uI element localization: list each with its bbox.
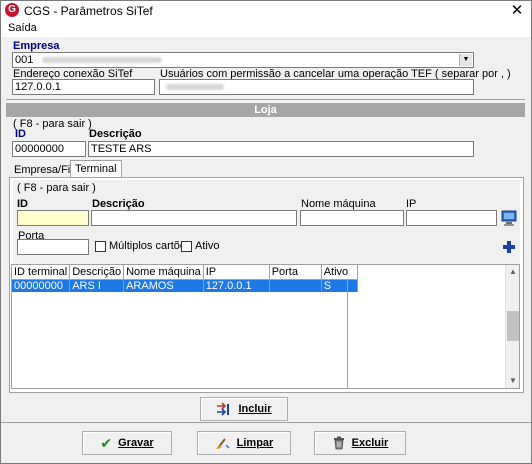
terminal-ip-input[interactable]: [406, 210, 497, 226]
empresa-label: Empresa: [13, 40, 60, 52]
app-logo-icon: G: [5, 3, 19, 17]
loja-id-input[interactable]: 00000000: [12, 141, 86, 157]
grid-header-porta[interactable]: Porta: [269, 265, 322, 280]
grid-cell: 00000000: [12, 279, 71, 292]
excluir-label: Excluir: [351, 437, 389, 449]
grid-cell: [269, 279, 322, 292]
limpar-button[interactable]: Limpar: [197, 431, 291, 455]
terminal-porta-input[interactable]: [17, 239, 89, 255]
grid-header-row: ID terminal Descrição Nome máquina IP Po…: [12, 265, 358, 280]
multiplos-cartoes-checkbox[interactable]: [95, 241, 106, 252]
limpar-label: Limpar: [236, 437, 274, 449]
chevron-down-icon[interactable]: ▼: [459, 54, 472, 66]
usuarios-input[interactable]: [159, 79, 474, 95]
grid-cell: ARAMOS: [123, 279, 204, 292]
scroll-up-icon[interactable]: ▲: [506, 265, 520, 279]
eraser-icon: [215, 438, 230, 449]
grid-column-divider: [347, 280, 348, 388]
trash-icon: [333, 436, 344, 450]
gravar-button[interactable]: ✔ Gravar: [82, 431, 172, 455]
terminal-descricao-input[interactable]: [91, 210, 297, 226]
endereco-input[interactable]: 127.0.0.1: [12, 79, 155, 95]
gravar-label: Gravar: [118, 437, 154, 449]
loja-header: Loja: [6, 103, 525, 117]
tab-terminal[interactable]: Terminal: [70, 160, 122, 177]
loja-id-label: ID: [15, 128, 26, 140]
window-title: CGS - Parâmetros SiTef: [24, 4, 153, 18]
computer-icon[interactable]: [500, 209, 518, 227]
redacted-text: [166, 84, 224, 91]
terminal-grid[interactable]: ID terminal Descrição Nome máquina IP Po…: [11, 264, 520, 389]
menu-item-saida[interactable]: Saída: [8, 22, 37, 34]
grid-cell: 127.0.0.1: [203, 279, 270, 292]
grid-cell: ARS I: [69, 279, 125, 292]
grid-header-nome-maquina[interactable]: Nome máquina: [123, 265, 204, 280]
excluir-button[interactable]: Excluir: [314, 431, 406, 455]
table-row[interactable]: 00000000 ARS I ARAMOS 127.0.0.1 S: [12, 279, 358, 292]
checkmark-icon: ✔: [100, 434, 113, 451]
insert-icon: [217, 402, 230, 416]
terminal-descricao-label: Descrição: [92, 198, 145, 210]
add-icon[interactable]: [500, 238, 518, 256]
grid-cell: S: [321, 279, 358, 292]
ativo-label: Ativo: [195, 240, 220, 252]
empresa-select-value: 001: [15, 54, 34, 66]
incluir-button[interactable]: Incluir: [200, 397, 288, 421]
grid-header-id-terminal[interactable]: ID terminal: [12, 265, 71, 280]
terminal-ip-label: IP: [406, 198, 417, 210]
terminal-nome-maquina-input[interactable]: [300, 210, 404, 226]
close-icon[interactable]: ✕: [505, 1, 529, 20]
grid-scrollbar[interactable]: ▲ ▼: [505, 265, 519, 388]
scroll-down-icon[interactable]: ▼: [506, 374, 520, 388]
loja-descricao-input[interactable]: TESTE ARS: [88, 141, 474, 157]
terminal-id-label: ID: [17, 198, 28, 210]
multiplos-cartoes-label: Múltiplos cartões: [109, 240, 192, 252]
grid-header-descricao[interactable]: Descrição: [69, 265, 125, 280]
grid-header-ativo[interactable]: Ativo: [321, 265, 358, 280]
empresa-select[interactable]: 001 ▼: [12, 52, 474, 68]
redacted-text: [42, 57, 163, 64]
menu-bar: [1, 22, 531, 37]
section-divider: [6, 99, 525, 100]
terminal-hint: ( F8 - para sair ): [17, 182, 96, 194]
grid-header-ip[interactable]: IP: [203, 265, 270, 280]
ativo-checkbox[interactable]: [181, 241, 192, 252]
terminal-nome-maquina-label: Nome máquina: [301, 198, 376, 210]
footer-divider: [1, 422, 531, 423]
terminal-id-input[interactable]: [17, 210, 89, 226]
scrollbar-thumb[interactable]: [507, 311, 519, 341]
loja-descricao-label: Descrição: [89, 128, 142, 140]
incluir-label: Incluir: [238, 403, 272, 415]
